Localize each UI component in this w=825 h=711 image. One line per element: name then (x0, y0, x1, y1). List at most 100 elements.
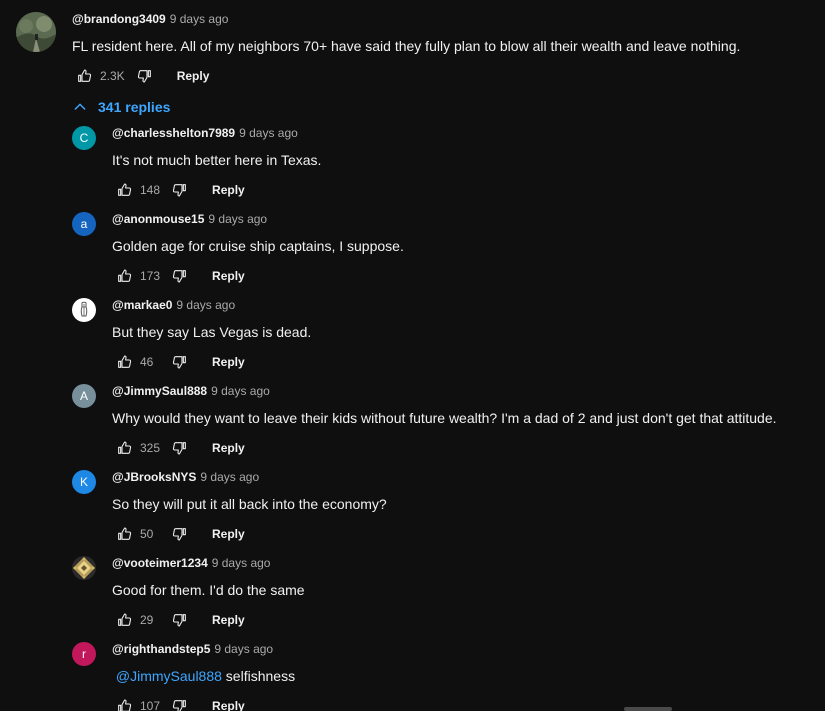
comment-text: @JimmySaul888 selfishness (112, 666, 822, 686)
comment-text: So they will put it all back into the ec… (112, 496, 387, 512)
like-button[interactable] (112, 264, 136, 288)
user-mention-link[interactable]: @JimmySaul888 (116, 668, 222, 684)
comment-time[interactable]: 9 days ago (200, 470, 259, 484)
comment-time[interactable]: 9 days ago (212, 556, 271, 570)
avatar[interactable] (72, 556, 96, 580)
like-button[interactable] (112, 608, 136, 632)
comment-time[interactable]: 9 days ago (208, 212, 267, 226)
thumbs-up-icon (118, 527, 132, 540)
like-count: 46 (140, 355, 154, 369)
comment-author[interactable]: @markae0 (112, 298, 172, 312)
comment-time[interactable]: 9 days ago (239, 126, 298, 140)
comment-time[interactable]: 9 days ago (211, 384, 270, 398)
avatar[interactable]: r (72, 642, 96, 666)
avatar[interactable] (16, 12, 56, 52)
thumbs-up-icon (118, 699, 132, 711)
reply-button[interactable]: Reply (204, 355, 253, 369)
landscape-avatar-icon (16, 12, 56, 52)
comment-actions: 46 Reply (112, 346, 822, 378)
comment-text: Good for them. I'd do the same (112, 582, 305, 598)
reply-item: C @charlesshelton7989 9 days ago It's no… (72, 126, 822, 212)
dislike-button[interactable] (168, 608, 192, 632)
comment-text: But they say Las Vegas is dead. (112, 324, 312, 340)
reply-item: r @righthandstep5 9 days ago @JimmySaul8… (72, 642, 822, 711)
comment-author[interactable]: @vooteimer1234 (112, 556, 208, 570)
thumbs-up-icon (118, 441, 132, 454)
like-button[interactable] (112, 694, 136, 711)
like-button[interactable] (112, 522, 136, 546)
like-button[interactable] (112, 436, 136, 460)
comment-author[interactable]: @charlesshelton7989 (112, 126, 235, 140)
reply-button[interactable]: Reply (204, 183, 253, 197)
replies-list: C @charlesshelton7989 9 days ago It's no… (72, 126, 822, 711)
like-button[interactable] (112, 350, 136, 374)
thumbs-up-icon (78, 69, 92, 82)
comment-text-body: selfishness (221, 668, 296, 684)
reply-button[interactable]: Reply (204, 613, 253, 627)
thumbs-down-icon (137, 70, 151, 83)
comment-author[interactable]: @JBrooksNYS (112, 470, 196, 484)
thumbs-up-icon (118, 183, 132, 196)
avatar[interactable]: a (72, 212, 96, 236)
thumbs-up-icon (118, 613, 132, 626)
thumbs-up-icon (118, 355, 132, 368)
comment-author[interactable]: @anonmouse15 (112, 212, 204, 226)
dislike-button[interactable] (133, 64, 157, 88)
avatar[interactable]: A (72, 384, 96, 408)
like-count: 173 (140, 269, 161, 283)
comment-text: It's not much better here in Texas. (112, 152, 322, 168)
comment-author[interactable]: @brandong3409 (72, 12, 166, 26)
figure-avatar-icon (80, 301, 88, 317)
thumbs-down-icon (172, 270, 186, 283)
thumbs-up-icon (118, 269, 132, 282)
reply-item: @vooteimer1234 9 days ago Good for them.… (72, 556, 822, 642)
comment-author[interactable]: @righthandstep5 (112, 642, 210, 656)
chevron-up-icon (74, 103, 86, 110)
reply-button[interactable]: Reply (204, 269, 253, 283)
dislike-button[interactable] (168, 694, 192, 711)
comment-time[interactable]: 9 days ago (170, 12, 229, 26)
dislike-button[interactable] (168, 178, 192, 202)
dislike-button[interactable] (168, 436, 192, 460)
like-count: 325 (140, 441, 161, 455)
thumbs-down-icon (172, 700, 186, 711)
reply-button[interactable]: Reply (204, 527, 253, 541)
comment-actions: 50 Reply (112, 518, 822, 550)
horizontal-scrollbar-thumb[interactable] (624, 707, 672, 711)
like-button[interactable] (112, 178, 136, 202)
comment-author[interactable]: @JimmySaul888 (112, 384, 207, 398)
comment-time[interactable]: 9 days ago (176, 298, 235, 312)
thumbs-down-icon (172, 356, 186, 369)
comment-time[interactable]: 9 days ago (214, 642, 273, 656)
like-button[interactable] (72, 64, 96, 88)
dislike-button[interactable] (168, 264, 192, 288)
comment-actions: 29 Reply (112, 604, 822, 636)
reply-item: K @JBrooksNYS 9 days ago So they will pu… (72, 470, 822, 556)
comment-thread: @brandong3409 9 days ago FL resident her… (16, 12, 816, 711)
dislike-button[interactable] (168, 522, 192, 546)
avatar[interactable]: K (72, 470, 96, 494)
comment-actions: 148 Reply (112, 174, 822, 206)
comment-actions: 107 Reply (112, 690, 822, 711)
comment-text: Why would they want to leave their kids … (112, 410, 777, 426)
reply-button[interactable]: Reply (169, 69, 218, 83)
reply-item: A @JimmySaul888 9 days ago Why would the… (72, 384, 822, 470)
thumbs-down-icon (172, 184, 186, 197)
top-comment: @brandong3409 9 days ago FL resident her… (16, 12, 816, 96)
replies-toggle-button[interactable]: 341 replies (72, 96, 170, 118)
comment-text: FL resident here. All of my neighbors 70… (72, 38, 741, 54)
reply-item: a @anonmouse15 9 days ago Golden age for… (72, 212, 822, 298)
pattern-avatar-icon (73, 557, 95, 579)
reply-button[interactable]: Reply (204, 441, 253, 455)
reply-button[interactable]: Reply (204, 699, 253, 711)
thumbs-down-icon (172, 614, 186, 627)
replies-count-label: 341 replies (98, 99, 171, 115)
like-count: 148 (140, 183, 161, 197)
thumbs-down-icon (172, 528, 186, 541)
dislike-button[interactable] (168, 350, 192, 374)
avatar[interactable] (72, 298, 96, 322)
thumbs-down-icon (172, 442, 186, 455)
reply-item: @markae0 9 days ago But they say Las Veg… (72, 298, 822, 384)
avatar[interactable]: C (72, 126, 96, 150)
like-count: 50 (140, 527, 154, 541)
